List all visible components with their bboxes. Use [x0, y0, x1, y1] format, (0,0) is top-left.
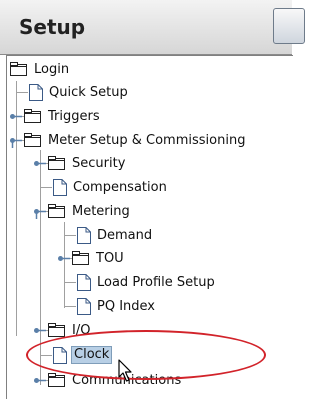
folder-icon [48, 373, 65, 387]
tree-item-label: TOU [96, 250, 124, 266]
folder-icon [72, 251, 89, 265]
tree-item-pq-index[interactable]: PQ Index [77, 295, 157, 317]
tree-item-label: Compensation [73, 179, 167, 195]
tree-item-demand[interactable]: Demand [77, 224, 154, 246]
tree-line [64, 235, 76, 236]
tree-item-label: Meter Setup & Commissioning [48, 132, 246, 148]
folder-icon [48, 156, 65, 170]
tree-item-metering[interactable]: Metering [48, 200, 132, 222]
tree-item-tou[interactable]: TOU [72, 247, 126, 269]
expand-handle-icon[interactable] [9, 136, 23, 148]
tree-item-load-profile-setup[interactable]: Load Profile Setup [77, 271, 217, 293]
folder-icon [48, 204, 65, 218]
expand-handle-icon[interactable] [33, 159, 47, 168]
tree-item-triggers[interactable]: Triggers [24, 105, 102, 127]
tree-item-label: Triggers [48, 108, 100, 124]
folder-icon [48, 323, 65, 337]
document-icon [77, 297, 91, 315]
tree-item-compensation[interactable]: Compensation [53, 176, 169, 198]
tree-item-label: Demand [97, 227, 153, 243]
tree-line [16, 92, 28, 93]
tree-line [64, 306, 76, 307]
tree-item-quick-setup[interactable]: Quick Setup [29, 81, 130, 103]
tree-line [40, 187, 52, 188]
tree-item-security[interactable]: Security [48, 152, 127, 174]
tree-item-meter-setup-commissioning[interactable]: Meter Setup & Commissioning [24, 129, 247, 151]
tree-item-label: Quick Setup [49, 84, 128, 100]
document-icon [77, 273, 91, 291]
highlight-ellipse [26, 330, 266, 380]
expand-handle-icon[interactable] [33, 326, 47, 335]
document-icon [77, 226, 91, 244]
expand-handle-icon[interactable] [33, 207, 47, 219]
tree-item-label: Metering [72, 203, 130, 219]
tree-item-label: Load Profile Setup [97, 274, 215, 290]
folder-icon [10, 62, 27, 76]
expand-handle-icon[interactable] [57, 254, 71, 263]
document-icon [53, 178, 67, 196]
expand-handle-icon[interactable] [33, 376, 47, 385]
document-icon [29, 83, 43, 101]
tree-line [64, 282, 76, 283]
folder-icon [24, 109, 41, 123]
tree-item-label: PQ Index [97, 298, 155, 314]
tree-item-label: Security [72, 155, 126, 171]
tree-item-login[interactable]: Login [10, 58, 71, 80]
tree-item-label: Login [34, 61, 70, 77]
expand-handle-icon[interactable] [9, 112, 23, 121]
mouse-cursor-icon [118, 359, 132, 382]
folder-icon [24, 133, 41, 147]
